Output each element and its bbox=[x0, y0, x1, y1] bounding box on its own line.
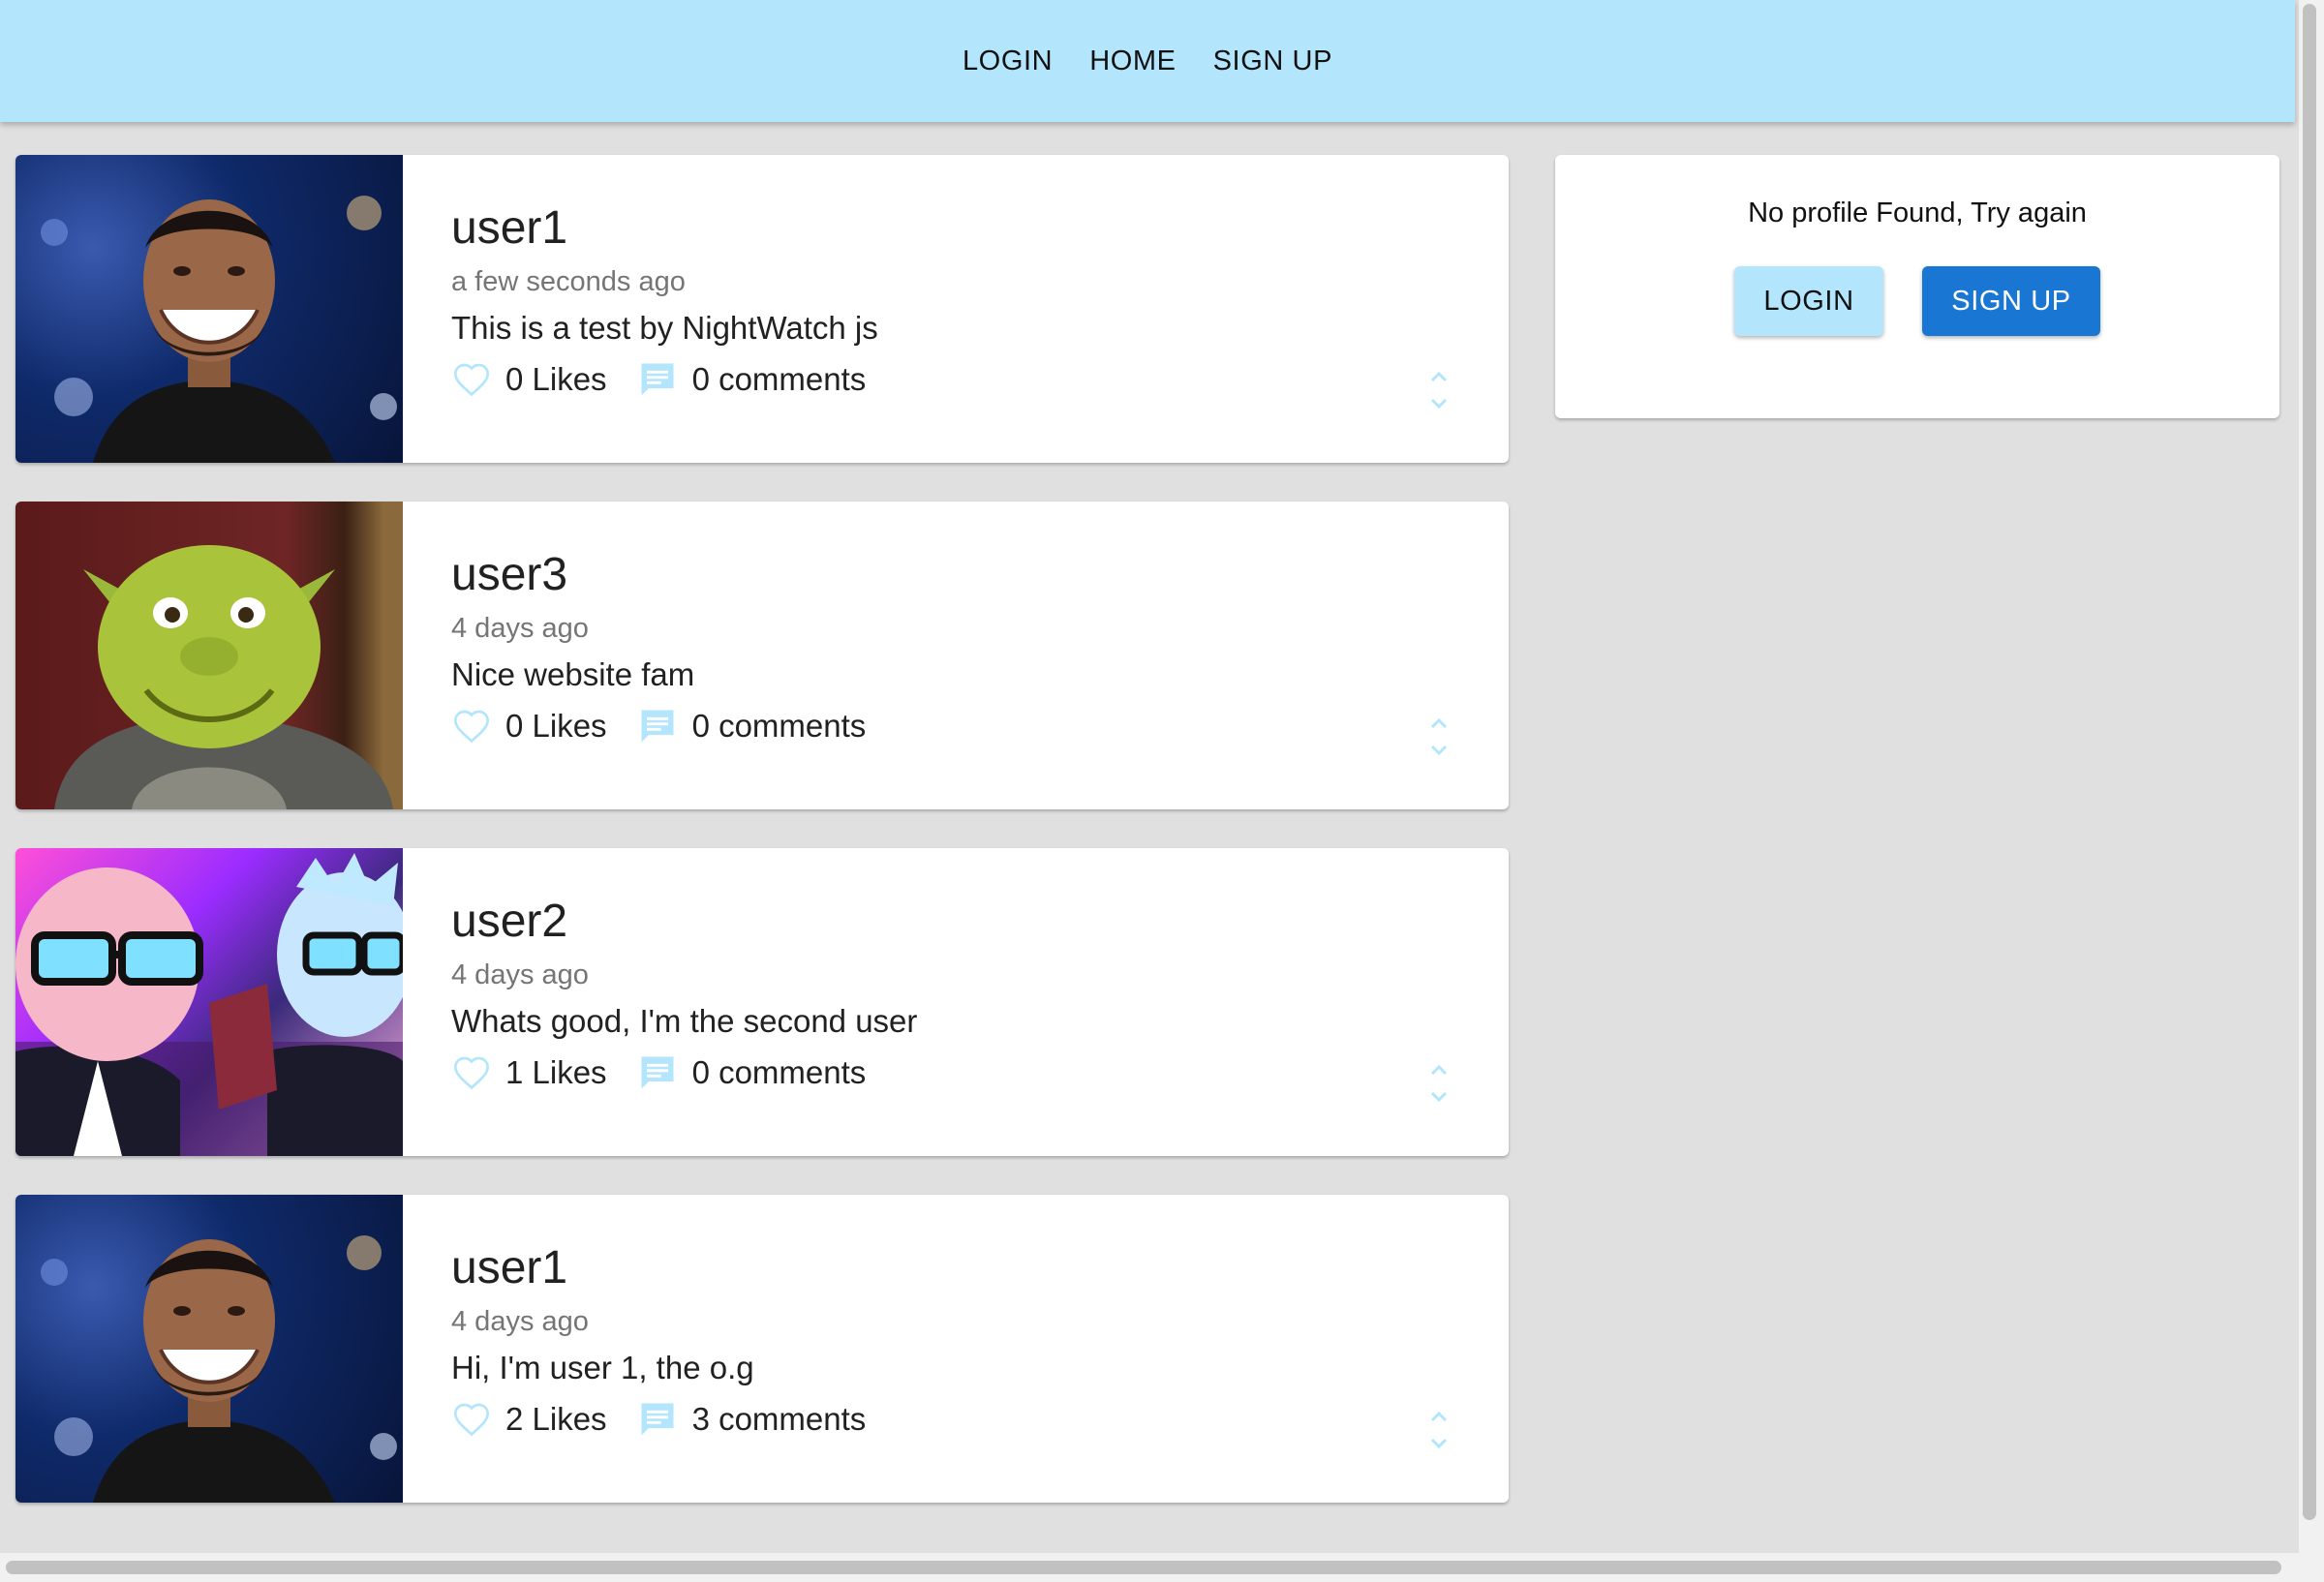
post-timestamp: 4 days ago bbox=[451, 612, 589, 644]
drake-photo bbox=[15, 1195, 403, 1503]
like-button[interactable]: 2 Likes bbox=[451, 1400, 607, 1439]
post-card: user3 4 days ago Nice website fam 0 Like… bbox=[15, 502, 1509, 809]
comment-icon bbox=[636, 1398, 679, 1441]
signup-button[interactable]: SIGN UP bbox=[1922, 266, 2100, 336]
top-nav: LOGIN HOME SIGN UP bbox=[963, 38, 1332, 85]
post-actions: 1 Likes 0 comments bbox=[451, 1051, 1509, 1094]
post-card: user2 4 days ago Whats good, I'm the sec… bbox=[15, 848, 1509, 1156]
post-actions: 0 Likes 0 comments bbox=[451, 705, 1509, 747]
comment-icon bbox=[636, 1051, 679, 1094]
post-timestamp: 4 days ago bbox=[451, 958, 589, 990]
shrek-photo bbox=[15, 502, 403, 809]
post-feed: user1 a few seconds ago This is a test b… bbox=[15, 155, 1509, 1503]
post-content: user3 4 days ago Nice website fam 0 Like… bbox=[403, 502, 1509, 809]
comment-icon bbox=[636, 358, 679, 401]
heart-outline-icon bbox=[451, 1053, 492, 1092]
horizontal-scroll-thumb[interactable] bbox=[6, 1561, 2281, 1574]
no-profile-message: No profile Found, Try again bbox=[1748, 198, 2087, 228]
drake-photo bbox=[15, 155, 403, 463]
horizontal-scrollbar[interactable] bbox=[0, 1553, 2299, 1582]
like-count: 2 Likes bbox=[505, 1400, 607, 1437]
nav-home-button[interactable]: HOME bbox=[1089, 38, 1176, 85]
post-actions: 2 Likes 3 comments bbox=[451, 1398, 1509, 1441]
post-username[interactable]: user1 bbox=[451, 1242, 1509, 1294]
unfold-more-icon bbox=[1427, 717, 1451, 762]
like-count: 1 Likes bbox=[505, 1053, 607, 1090]
vertical-scrollbar[interactable] bbox=[2299, 0, 2324, 1582]
post-text: Nice website fam bbox=[451, 655, 695, 692]
post-text: This is a test by NightWatch js bbox=[451, 309, 878, 346]
nav-login-button[interactable]: LOGIN bbox=[963, 38, 1053, 85]
comment-count: 0 comments bbox=[691, 360, 867, 397]
nav-signup-button[interactable]: SIGN UP bbox=[1213, 38, 1332, 85]
post-text: Hi, I'm user 1, the o.g bbox=[451, 1349, 754, 1385]
app-bar: LOGIN HOME SIGN UP bbox=[0, 0, 2295, 122]
post-username[interactable]: user1 bbox=[451, 202, 1509, 255]
unfold-more-icon bbox=[1427, 1064, 1451, 1109]
heart-outline-icon bbox=[451, 1400, 492, 1439]
expand-button[interactable] bbox=[1427, 369, 1451, 416]
unfold-more-icon bbox=[1427, 1411, 1451, 1455]
post-content: user1 4 days ago Hi, I'm user 1, the o.g… bbox=[403, 1195, 1509, 1503]
post-text: Whats good, I'm the second user bbox=[451, 1002, 918, 1039]
comments-button[interactable]: 3 comments bbox=[636, 1398, 867, 1441]
comment-icon bbox=[636, 705, 679, 747]
comments-button[interactable]: 0 comments bbox=[636, 1051, 867, 1094]
like-button[interactable]: 1 Likes bbox=[451, 1053, 607, 1092]
login-button[interactable]: LOGIN bbox=[1734, 266, 1883, 336]
comments-button[interactable]: 0 comments bbox=[636, 705, 867, 747]
unfold-more-icon bbox=[1427, 371, 1451, 415]
post-card: user1 4 days ago Hi, I'm user 1, the o.g… bbox=[15, 1195, 1509, 1503]
like-count: 0 Likes bbox=[505, 360, 607, 397]
profile-actions: LOGIN SIGN UP bbox=[1555, 266, 2279, 336]
like-count: 0 Likes bbox=[505, 707, 607, 744]
post-timestamp: 4 days ago bbox=[451, 1305, 589, 1337]
comment-count: 0 comments bbox=[691, 707, 867, 744]
post-content: user2 4 days ago Whats good, I'm the sec… bbox=[403, 848, 1509, 1156]
comment-count: 3 comments bbox=[691, 1400, 867, 1437]
post-username[interactable]: user2 bbox=[451, 896, 1509, 948]
expand-button[interactable] bbox=[1427, 715, 1451, 763]
post-timestamp: a few seconds ago bbox=[451, 265, 686, 297]
post-card: user1 a few seconds ago This is a test b… bbox=[15, 155, 1509, 463]
rick-and-morty-art bbox=[15, 848, 403, 1156]
heart-outline-icon bbox=[451, 360, 492, 399]
post-actions: 0 Likes 0 comments bbox=[451, 358, 1509, 401]
post-content: user1 a few seconds ago This is a test b… bbox=[403, 155, 1509, 463]
like-button[interactable]: 0 Likes bbox=[451, 360, 607, 399]
like-button[interactable]: 0 Likes bbox=[451, 707, 607, 745]
profile-panel: No profile Found, Try again LOGIN SIGN U… bbox=[1555, 155, 2279, 418]
post-username[interactable]: user3 bbox=[451, 549, 1509, 601]
comments-button[interactable]: 0 comments bbox=[636, 358, 867, 401]
comment-count: 0 comments bbox=[691, 1053, 867, 1090]
heart-outline-icon bbox=[451, 707, 492, 745]
vertical-scroll-thumb[interactable] bbox=[2303, 4, 2316, 1520]
expand-button[interactable] bbox=[1427, 1409, 1451, 1456]
expand-button[interactable] bbox=[1427, 1062, 1451, 1110]
